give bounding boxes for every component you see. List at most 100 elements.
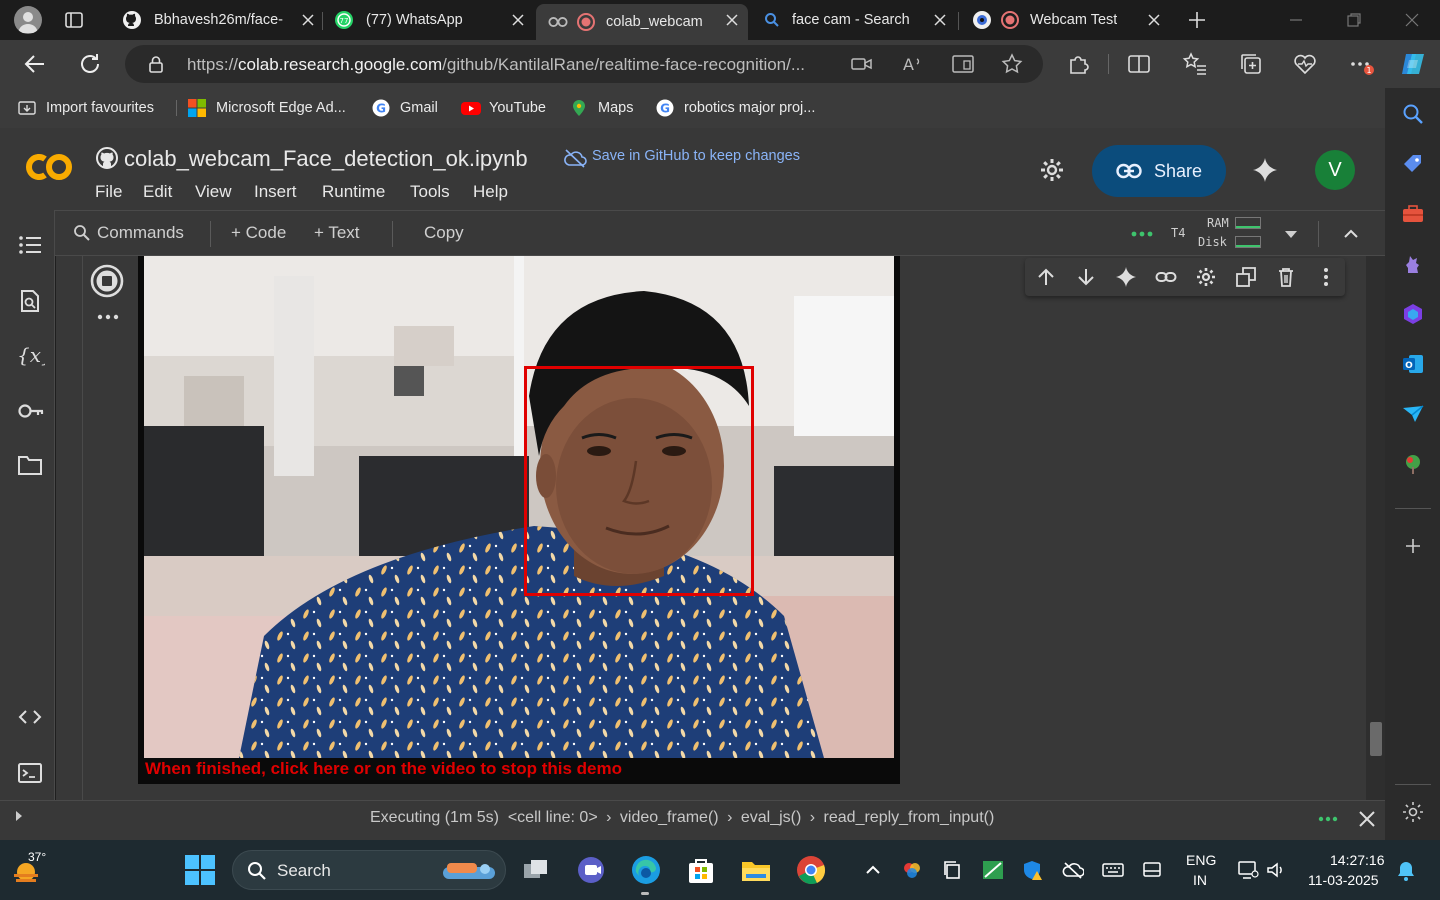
- immersive-reader-icon[interactable]: [951, 53, 975, 75]
- copy-to-drive-button[interactable]: Copy: [424, 223, 464, 243]
- sidebar-settings-gear-icon[interactable]: [1401, 800, 1425, 824]
- gemini-cell-sparkle-icon[interactable]: [1115, 266, 1137, 288]
- menu-help[interactable]: Help: [473, 182, 508, 202]
- profile-avatar-icon[interactable]: [14, 6, 42, 34]
- close-tab-icon[interactable]: [724, 12, 740, 28]
- variables-icon[interactable]: {x}: [17, 342, 45, 368]
- windows-start-icon[interactable]: [185, 855, 215, 885]
- copy-clipboard-tray-icon[interactable]: [942, 860, 962, 880]
- restore-window-icon[interactable]: [1346, 12, 1362, 28]
- settings-more-icon[interactable]: 1: [1348, 51, 1374, 77]
- find-replace-icon[interactable]: [17, 288, 43, 314]
- tab-colab-active[interactable]: colab_webcam: [536, 4, 748, 40]
- trace-step[interactable]: video_frame(): [620, 809, 719, 826]
- trace-step[interactable]: <cell line: 0>: [508, 809, 598, 826]
- cell-settings-gear-icon[interactable]: [1195, 266, 1217, 288]
- menu-runtime[interactable]: Runtime: [322, 182, 385, 202]
- menu-tools[interactable]: Tools: [410, 182, 450, 202]
- menu-insert[interactable]: Insert: [254, 182, 297, 202]
- edge-browser-icon[interactable]: [630, 854, 662, 886]
- menu-file[interactable]: File: [95, 182, 122, 202]
- region-indicator[interactable]: IN: [1193, 872, 1207, 888]
- microsoft-365-icon[interactable]: [1401, 302, 1425, 326]
- clock-date[interactable]: 11-03-2025: [1308, 872, 1379, 888]
- split-screen-icon[interactable]: [1126, 51, 1152, 77]
- minimize-window-icon[interactable]: [1288, 12, 1304, 28]
- menu-view[interactable]: View: [195, 182, 232, 202]
- favourites-list-icon[interactable]: [1182, 51, 1208, 77]
- close-status-icon[interactable]: [1358, 810, 1376, 828]
- teams-chat-icon[interactable]: [575, 854, 607, 886]
- cell-more-vert-icon[interactable]: [1315, 266, 1337, 288]
- tab-webcam-test[interactable]: Webcam Test: [960, 4, 1170, 36]
- share-button[interactable]: Share: [1092, 145, 1226, 197]
- read-aloud-icon[interactable]: A: [901, 53, 923, 75]
- show-hidden-icons-chevron-icon[interactable]: [864, 862, 882, 876]
- webcam-video-feed[interactable]: [144, 256, 894, 758]
- browser-essentials-icon[interactable]: [1292, 51, 1318, 77]
- ram-usage-bar[interactable]: [1235, 217, 1261, 229]
- code-snippets-icon[interactable]: [17, 704, 43, 730]
- keyboard-tray-icon[interactable]: [1102, 861, 1124, 879]
- favourite-gmail[interactable]: G Gmail: [372, 97, 438, 119]
- close-tab-icon[interactable]: [1146, 12, 1162, 28]
- scrollbar-thumb[interactable]: [1370, 722, 1382, 756]
- menu-edit[interactable]: Edit: [143, 182, 172, 202]
- taskbar-search-box[interactable]: Search: [232, 850, 506, 890]
- shopping-tag-icon[interactable]: [1401, 152, 1425, 176]
- file-explorer-icon[interactable]: [740, 854, 772, 886]
- search-icon[interactable]: [1401, 102, 1425, 126]
- tools-briefcase-icon[interactable]: [1401, 202, 1425, 226]
- clock-time[interactable]: 14:27:16: [1330, 852, 1385, 868]
- delete-cell-trash-icon[interactable]: [1275, 266, 1297, 288]
- close-tab-icon[interactable]: [300, 12, 316, 28]
- runtime-type-label[interactable]: T4: [1171, 226, 1185, 240]
- color-app-tray-icon[interactable]: [902, 860, 922, 880]
- gemini-sparkle-icon[interactable]: [1252, 157, 1278, 183]
- task-view-icon[interactable]: [520, 854, 552, 886]
- cell-more-options-icon[interactable]: [97, 314, 119, 320]
- language-indicator[interactable]: ENG: [1186, 852, 1216, 868]
- move-cell-down-icon[interactable]: [1075, 266, 1097, 288]
- tab-bing-search[interactable]: face cam - Search: [750, 4, 956, 36]
- mirror-cell-icon[interactable]: [1235, 266, 1257, 288]
- save-in-github-link[interactable]: Save in GitHub to keep changes: [592, 148, 800, 164]
- expand-status-arrow-icon[interactable]: [14, 809, 24, 823]
- refresh-icon[interactable]: [77, 51, 103, 77]
- copilot-icon[interactable]: [1398, 50, 1428, 78]
- favourite-maps[interactable]: Maps: [570, 97, 633, 119]
- chrome-icon[interactable]: [795, 854, 827, 886]
- move-cell-up-icon[interactable]: [1035, 266, 1057, 288]
- secrets-key-icon[interactable]: [17, 398, 44, 424]
- favourite-import[interactable]: Import favourites: [18, 97, 154, 119]
- collapse-header-icon[interactable]: [1342, 225, 1360, 243]
- terminal-icon[interactable]: [17, 760, 43, 786]
- favourite-robotics[interactable]: G robotics major proj...: [656, 97, 815, 119]
- send-paper-plane-icon[interactable]: [1401, 402, 1425, 426]
- notebook-title[interactable]: colab_webcam_Face_detection_ok.ipynb: [124, 146, 528, 172]
- disk-usage-bar[interactable]: [1235, 236, 1261, 248]
- back-arrow-icon[interactable]: [22, 51, 48, 77]
- microsoft-store-icon[interactable]: [685, 854, 717, 886]
- favourite-star-icon[interactable]: [1001, 53, 1023, 75]
- close-tab-icon[interactable]: [510, 12, 526, 28]
- outlook-icon[interactable]: O: [1401, 352, 1425, 376]
- stop-execution-icon[interactable]: [90, 264, 124, 298]
- tab-actions-icon[interactable]: [64, 10, 84, 30]
- tab-whatsapp[interactable]: 77 (77) WhatsApp: [324, 4, 534, 36]
- trace-step[interactable]: eval_js(): [741, 809, 801, 826]
- close-tab-icon[interactable]: [932, 12, 948, 28]
- add-text-cell-button[interactable]: + Text: [314, 223, 360, 243]
- colab-logo-icon[interactable]: [22, 150, 76, 184]
- extensions-puzzle-icon[interactable]: [1066, 51, 1092, 77]
- network-tray-icon[interactable]: [1237, 860, 1259, 880]
- user-avatar[interactable]: V: [1315, 150, 1355, 190]
- stop-demo-link[interactable]: When finished, click here or on the vide…: [145, 759, 622, 779]
- lock-icon[interactable]: [147, 55, 165, 73]
- resources-dropdown-icon[interactable]: [1283, 228, 1299, 240]
- green-app-tray-icon[interactable]: [982, 860, 1004, 880]
- games-chess-icon[interactable]: [1401, 252, 1425, 276]
- favourite-youtube[interactable]: YouTube: [461, 97, 546, 119]
- security-warning-tray-icon[interactable]: [1022, 859, 1044, 881]
- close-window-icon[interactable]: [1404, 12, 1420, 28]
